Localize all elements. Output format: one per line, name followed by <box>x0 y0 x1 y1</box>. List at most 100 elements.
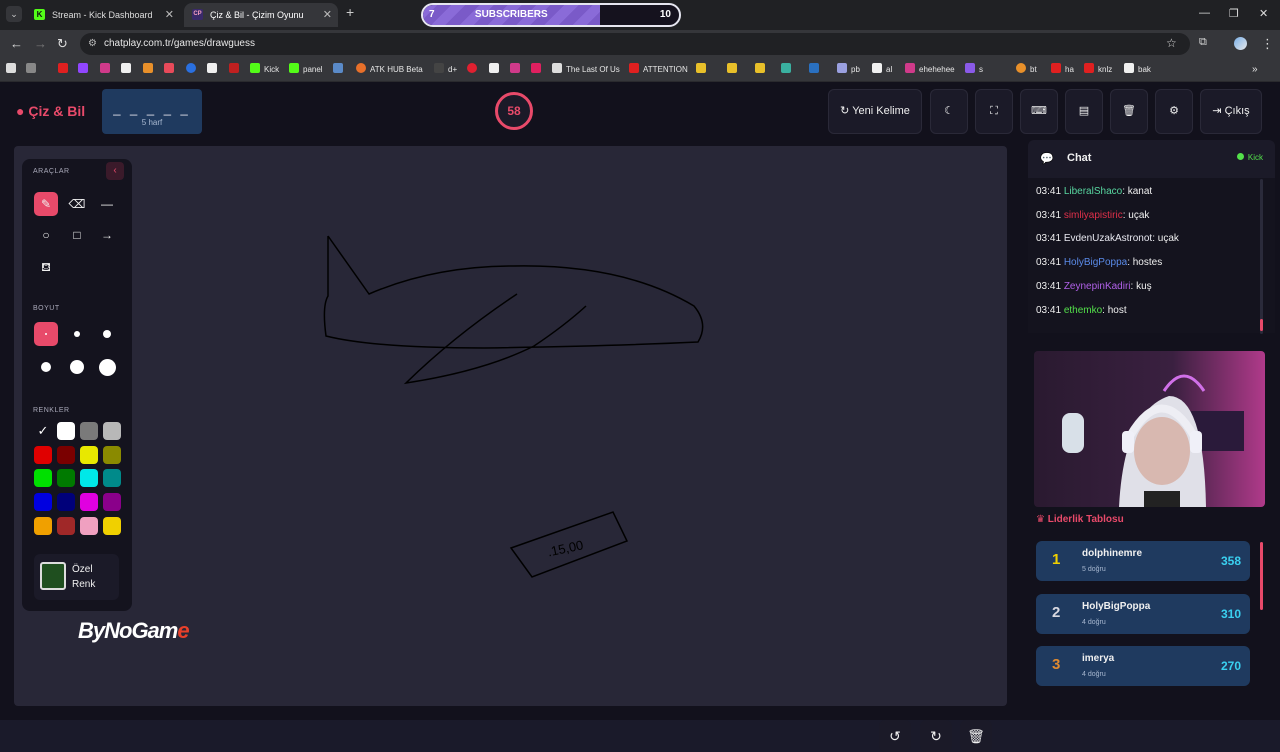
color-swatch[interactable] <box>103 469 121 487</box>
dark-mode-button[interactable]: ☾ <box>930 89 968 134</box>
tab-kick-dashboard[interactable]: K Stream - Kick Dashboard ✕ <box>26 3 180 27</box>
linkedin-icon[interactable] <box>809 63 823 77</box>
bookmark-knlz[interactable]: knlz <box>1084 63 1112 77</box>
color-swatch[interactable] <box>57 493 75 511</box>
tab-search-button[interactable]: ⌄ <box>6 6 22 22</box>
color-swatch[interactable] <box>80 517 98 535</box>
size-option-4[interactable] <box>34 355 58 379</box>
more-bookmarks-icon[interactable]: » <box>1252 63 1258 77</box>
selected-color-check-icon[interactable]: ✓ <box>34 422 52 440</box>
app-icon[interactable] <box>489 63 503 77</box>
chat-scrollbar-thumb[interactable] <box>1260 319 1263 331</box>
app-icon[interactable] <box>531 63 545 77</box>
back-arrow-icon[interactable]: ← <box>10 36 23 51</box>
restore-icon[interactable]: ❐ <box>1229 7 1239 20</box>
color-swatch[interactable] <box>34 446 52 464</box>
arrow-tool[interactable]: → <box>95 223 119 247</box>
size-option-5[interactable] <box>65 355 89 379</box>
size-option-6[interactable] <box>95 355 119 379</box>
custom-color-button[interactable]: Özel Renk <box>34 554 119 600</box>
leaderboard-scrollbar-thumb[interactable] <box>1260 542 1263 610</box>
chat-username[interactable]: ethemko <box>1064 305 1102 316</box>
bookmark-pb[interactable]: pb <box>837 63 860 77</box>
youtube-icon[interactable] <box>58 63 72 77</box>
chat-username[interactable]: EvdenUzakAstronot <box>1064 233 1152 244</box>
undo-button[interactable]: ↺ <box>879 720 911 752</box>
app-icon[interactable] <box>781 63 795 77</box>
instagram-icon[interactable] <box>510 63 524 77</box>
bookmark-ehehehee[interactable]: ehehehee <box>905 63 955 77</box>
steam-icon[interactable] <box>333 63 347 77</box>
keyboard-button[interactable]: ⌨ <box>1020 89 1058 134</box>
clear-canvas-button[interactable]: 🗑 <box>960 720 992 752</box>
close-window-icon[interactable]: ✕ <box>1259 7 1268 20</box>
new-word-button[interactable]: ↻ Yeni Kelime <box>828 89 922 134</box>
line-tool[interactable]: — <box>95 192 119 216</box>
color-swatch[interactable] <box>103 446 121 464</box>
menu-kebab-icon[interactable]: ⋮ <box>1261 36 1274 52</box>
app-logo[interactable]: ● Çiz & Bil <box>16 103 85 119</box>
color-swatch[interactable] <box>57 469 75 487</box>
size-option-1[interactable] <box>34 322 58 346</box>
close-tab-icon[interactable]: ✕ <box>165 3 174 27</box>
chat-scrollbar[interactable] <box>1260 179 1263 334</box>
size-option-2[interactable] <box>65 322 89 346</box>
bookmark-star-icon[interactable]: ☆ <box>1166 36 1177 50</box>
color-swatch[interactable] <box>80 446 98 464</box>
chat-username[interactable]: HolyBigPoppa <box>1064 257 1127 268</box>
profile-avatar-icon[interactable] <box>1234 37 1247 50</box>
color-swatch[interactable] <box>34 517 52 535</box>
minimize-icon[interactable]: — <box>1199 7 1210 19</box>
settings-button[interactable]: ⚙ <box>1155 89 1193 134</box>
instagram-icon[interactable] <box>100 63 114 77</box>
chat-messages[interactable]: 03:41 LiberalShaco: kanat 03:41 simliyapi… <box>1028 178 1275 333</box>
bookmark-bt[interactable]: bt <box>1016 63 1037 77</box>
bookmark-dplus[interactable]: d+ <box>434 63 457 77</box>
color-swatch[interactable] <box>103 422 121 440</box>
color-swatch[interactable] <box>57 446 75 464</box>
app-icon[interactable] <box>229 63 243 77</box>
fullscreen-button[interactable]: ⛶ <box>975 89 1013 134</box>
close-tab-icon[interactable]: ✕ <box>323 3 332 27</box>
bookmark-atk-hub[interactable]: ATK HUB Beta <box>356 63 423 77</box>
bookmark-icon[interactable] <box>6 63 20 77</box>
pinterest-icon[interactable] <box>467 63 481 77</box>
tab-ciz-bil[interactable]: CP Çiz & Bil - Çizim Oyunu ✕ <box>184 3 338 27</box>
eraser-tool[interactable]: ⌫ <box>65 192 89 216</box>
bookmark-kick[interactable]: Kick <box>250 63 279 77</box>
extensions-icon[interactable]: ⧉ <box>1199 36 1207 49</box>
color-swatch[interactable] <box>103 517 121 535</box>
color-swatch[interactable] <box>80 493 98 511</box>
app-icon[interactable] <box>121 63 135 77</box>
bookmark-ha[interactable]: ha <box>1051 63 1074 77</box>
rectangle-tool[interactable]: □ <box>65 223 89 247</box>
size-option-3[interactable] <box>95 322 119 346</box>
archive-button[interactable]: ▤ <box>1065 89 1103 134</box>
reload-icon[interactable]: ↻ <box>57 36 68 52</box>
fill-tool[interactable]: ⛾ <box>34 255 58 279</box>
color-swatch[interactable] <box>57 422 75 440</box>
bookmark-panel[interactable]: panel <box>289 63 323 77</box>
circle-tool[interactable]: ○ <box>34 223 58 247</box>
color-swatch[interactable] <box>103 493 121 511</box>
valorant-icon[interactable] <box>164 63 178 77</box>
bookmark-s[interactable]: s <box>965 63 983 77</box>
app-icon[interactable] <box>727 63 741 77</box>
delete-button[interactable]: 🗑 <box>1110 89 1148 134</box>
app-icon[interactable] <box>755 63 769 77</box>
chat-username[interactable]: LiberalShaco <box>1064 186 1122 197</box>
new-tab-plus-icon[interactable]: + <box>346 4 354 20</box>
facebook-icon[interactable] <box>186 63 200 77</box>
bookmark-last-of-us[interactable]: The Last Of Us <box>552 63 620 77</box>
color-swatch[interactable] <box>80 469 98 487</box>
color-swatch[interactable] <box>34 469 52 487</box>
chat-username[interactable]: ZeynepinKadiri <box>1064 281 1131 292</box>
color-swatch[interactable] <box>34 493 52 511</box>
color-swatch[interactable] <box>57 517 75 535</box>
url-field[interactable]: ⚙ chatplay.com.tr/games/drawguess <box>80 33 1190 55</box>
forward-arrow-icon[interactable]: → <box>34 36 47 51</box>
chat-username[interactable]: simliyapistiric <box>1064 210 1123 221</box>
site-info-icon[interactable]: ⚙ <box>88 33 97 55</box>
brush-tool[interactable]: ✎ <box>34 192 58 216</box>
twitch-icon[interactable] <box>78 63 92 77</box>
